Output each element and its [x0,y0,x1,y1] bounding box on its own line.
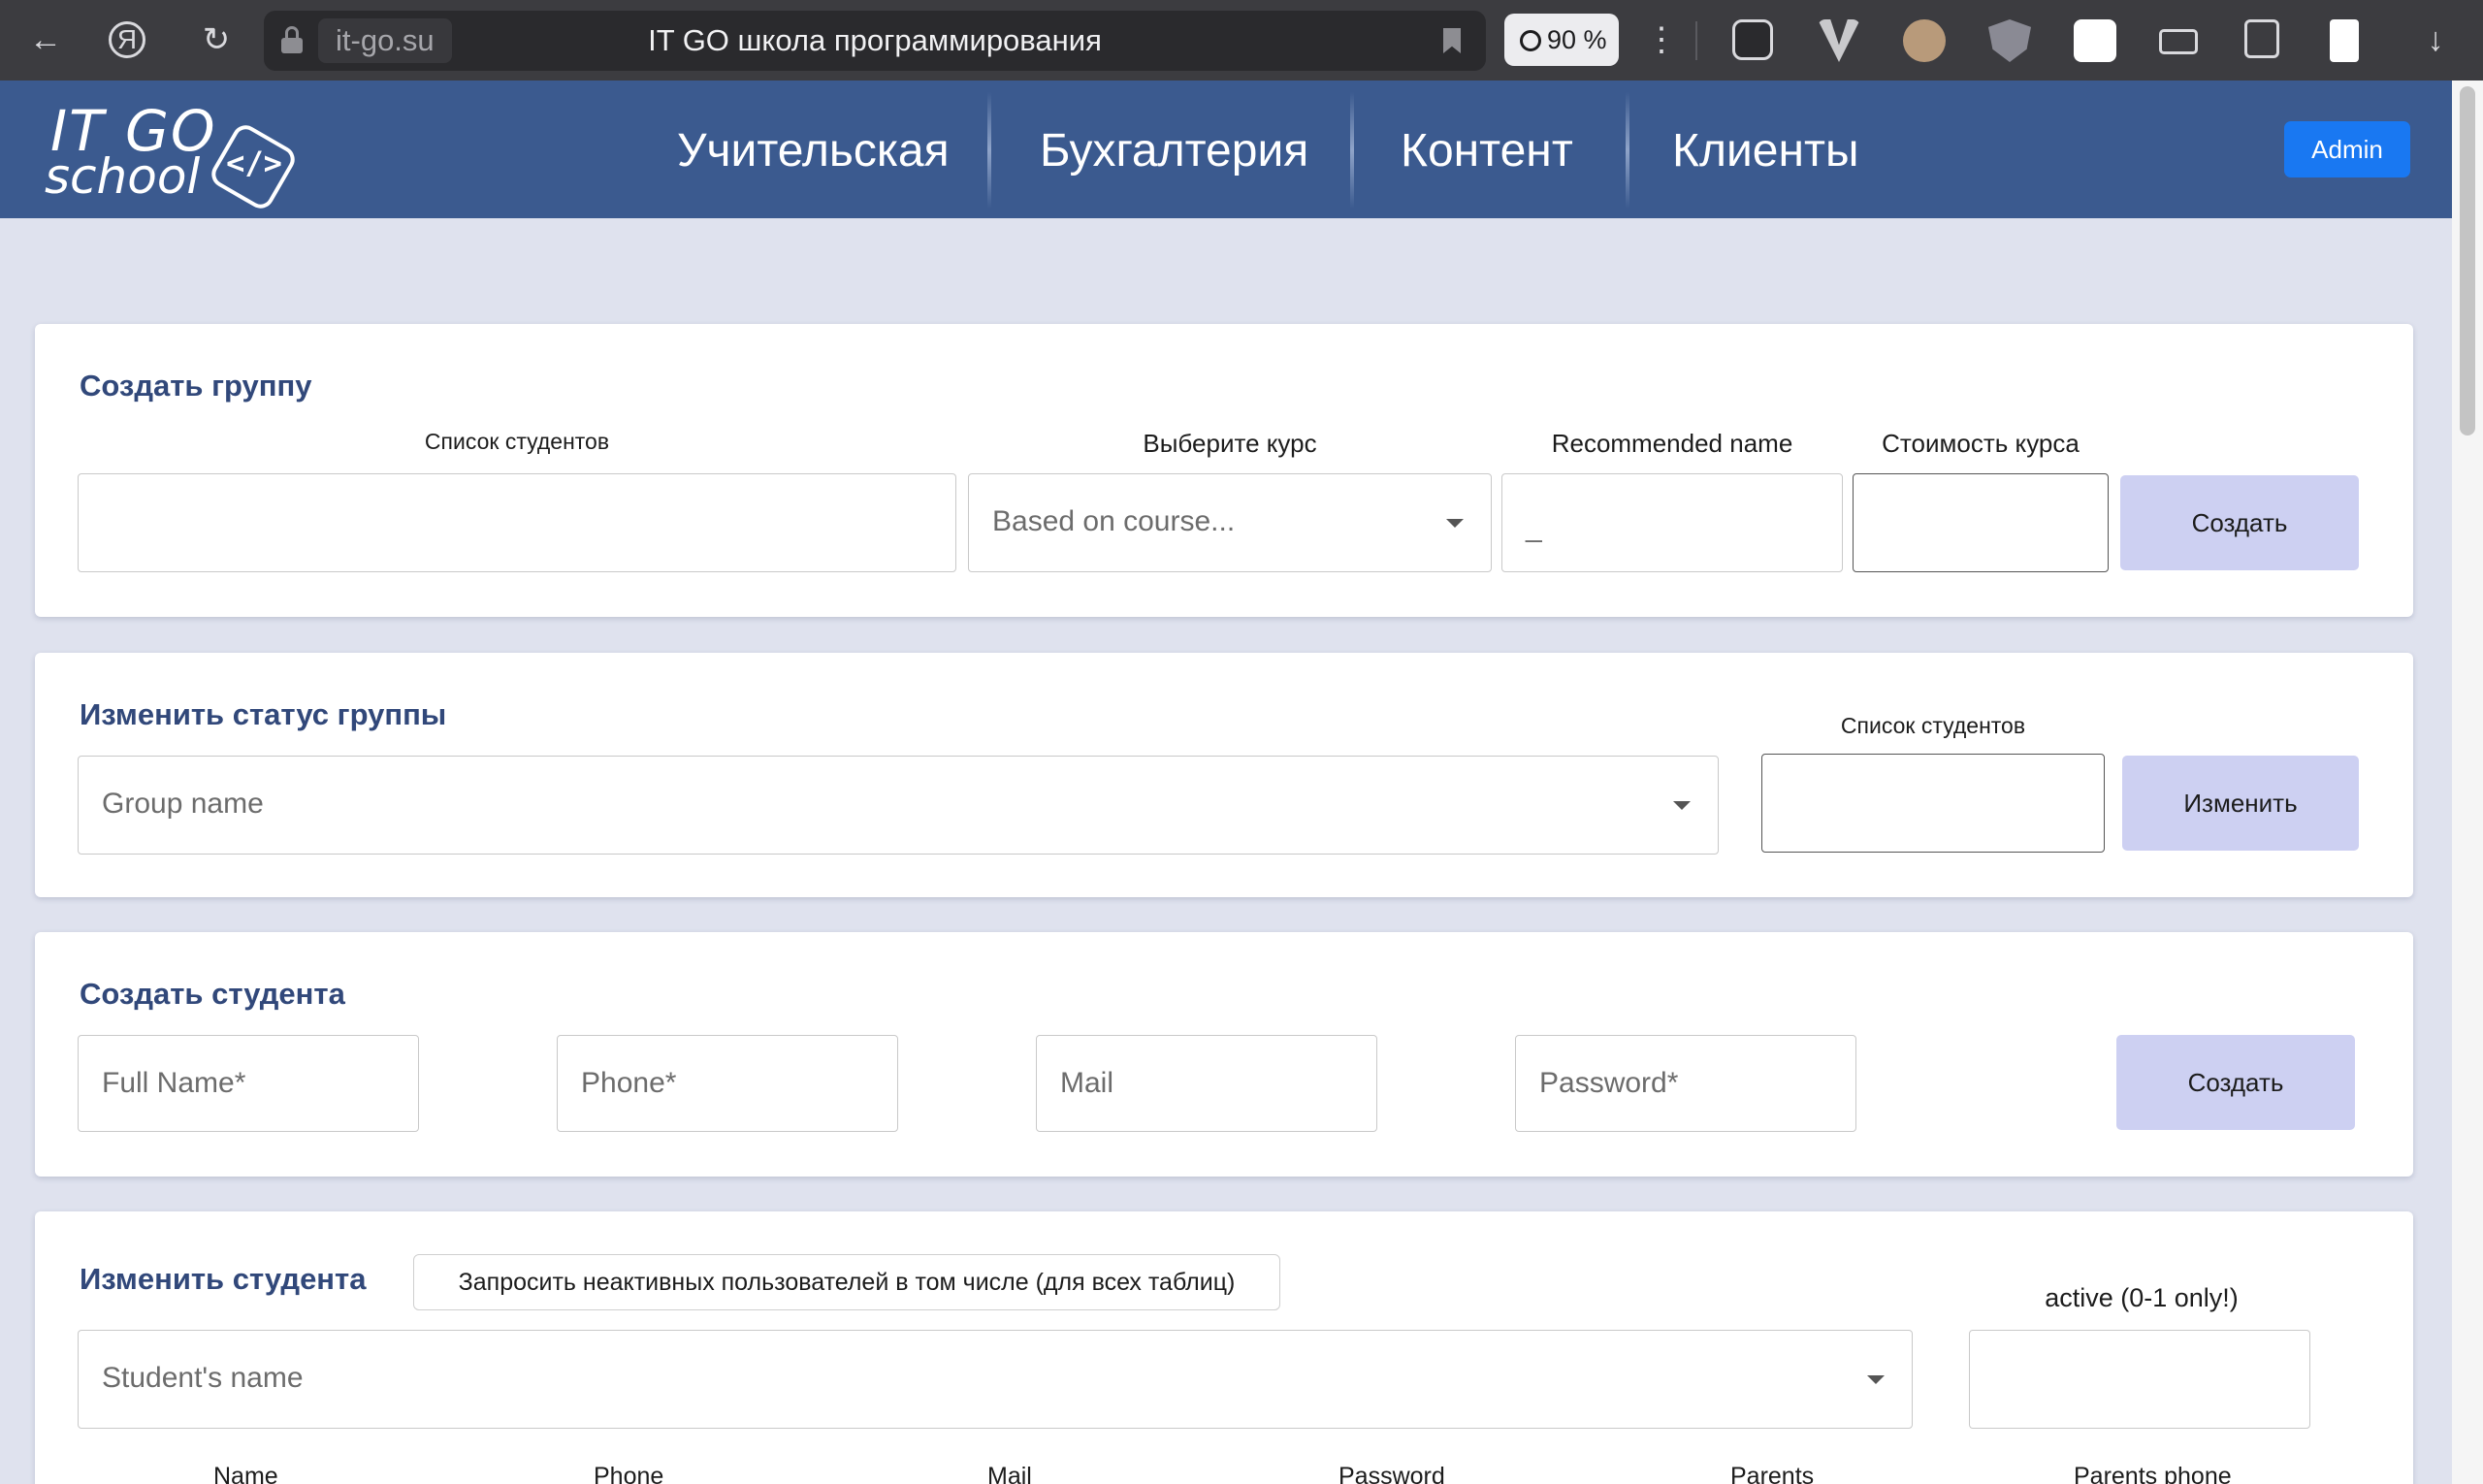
create-group-card: Создать группу Список студентов Выберите… [35,324,2413,617]
create-group-button[interactable]: Создать [2120,475,2359,570]
recommended-name-value: _ [1526,511,1542,543]
extension-shield-icon[interactable] [1988,19,2031,62]
column-header-phone: Phone [594,1463,664,1484]
column-header-name: Name [213,1463,278,1484]
extension-avatar-icon[interactable] [1903,19,1946,62]
recommended-name-label: Recommended name [1551,429,1793,458]
student-name-select[interactable]: Student's name [78,1330,1913,1429]
caret-down-icon [1867,1375,1885,1384]
yandex-icon[interactable]: Я [109,21,145,58]
zoom-button[interactable]: 90 % [1504,14,1619,66]
caret-down-icon [1673,801,1691,810]
student-name-value: Student's name [102,1362,304,1394]
logo-code-icon: </> [226,145,282,181]
nav-divider [1626,92,1629,209]
create-student-card: Создать студента Full Name* Phone* Mail … [35,932,2413,1177]
column-header-parents: Parents [1730,1463,1815,1484]
mail-placeholder: Mail [1060,1067,1114,1099]
reload-icon[interactable]: ↻ [194,17,239,62]
change-group-status-title: Изменить статус группы [80,697,447,731]
nav-divider [1350,92,1354,209]
battery-icon[interactable] [2159,29,2198,54]
create-student-title: Создать студента [80,977,345,1011]
group-name-select[interactable]: Group name [78,756,1719,855]
edit-student-card: Изменить студента Запросить неактивных п… [35,1211,2413,1484]
lock-icon [281,26,303,53]
site-header: IT GO school </> Учительская Бухгалтерия… [0,81,2452,218]
nav-item-accounting[interactable]: Бухгалтерия [1040,108,1308,195]
browser-toolbar: ← Я ↻ IT GO школа программирования it-go… [0,0,2483,81]
logo-text-bottom: school [45,148,201,205]
zoom-level: 90 % [1547,25,1607,54]
extension-v-icon[interactable] [1818,19,1860,62]
course-select-value: Based on course... [992,505,1236,537]
password-input[interactable]: Password* [1515,1035,1856,1132]
more-icon[interactable]: ⋮ [1645,17,1678,62]
create-student-button[interactable]: Создать [2116,1035,2355,1130]
scrollbar-thumb[interactable] [2460,86,2475,436]
group-name-value: Group name [102,788,264,820]
extension-play-icon[interactable] [2074,19,2116,62]
group-students-input[interactable] [1761,754,2105,853]
students-list-input[interactable] [78,473,956,572]
zoom-icon [1520,30,1541,51]
nav-divider [987,92,991,209]
phone-input[interactable]: Phone* [557,1035,898,1132]
change-group-status-card: Изменить статус группы Group name Список… [35,653,2413,897]
address-bar[interactable]: IT GO школа программирования it-go.su [264,11,1486,71]
active-flag-input[interactable] [1969,1330,2310,1429]
course-select-label: Выберите курс [1143,429,1317,458]
caret-down-icon [1446,519,1464,528]
create-group-title: Создать группу [80,369,312,403]
back-icon[interactable]: ← [23,17,68,62]
extension-glasses-icon[interactable] [1732,19,1773,60]
extension-user-icon[interactable] [2330,19,2359,62]
full-name-input[interactable]: Full Name* [78,1035,419,1132]
active-flag-label: active (0-1 only!) [2045,1283,2239,1312]
course-select[interactable]: Based on course... [968,473,1492,572]
domain-label[interactable]: it-go.su [318,18,452,63]
nav-item-teachers[interactable]: Учительская [677,108,950,195]
page-scrollbar[interactable] [2452,81,2483,1484]
column-header-parents-phone: Parents phone [2074,1463,2232,1484]
edit-student-title: Изменить студента [80,1262,367,1296]
inactive-users-toggle[interactable]: Запросить неактивных пользователей в том… [413,1254,1280,1310]
course-cost-label: Стоимость курса [1882,429,2080,458]
admin-button[interactable]: Admin [2284,121,2410,177]
extension-cards-icon[interactable] [2244,19,2279,58]
mail-input[interactable]: Mail [1036,1035,1377,1132]
group-students-label: Список студентов [1840,713,2026,738]
download-icon[interactable]: ↓ [2413,17,2458,62]
recommended-name-input[interactable]: _ [1501,473,1843,572]
password-placeholder: Password* [1539,1067,1679,1099]
students-list-label: Список студентов [424,429,610,454]
change-status-button[interactable]: Изменить [2122,756,2359,851]
toolbar-divider [1695,21,1697,60]
full-name-placeholder: Full Name* [102,1067,246,1099]
phone-placeholder: Phone* [581,1067,677,1099]
itgo-logo[interactable]: IT GO school </> [45,98,306,213]
column-header-mail: Mail [987,1463,1032,1484]
nav-item-clients[interactable]: Клиенты [1672,108,1858,195]
column-header-password: Password [1338,1463,1445,1484]
nav-item-content[interactable]: Контент [1401,108,1573,195]
course-cost-input[interactable] [1853,473,2109,572]
